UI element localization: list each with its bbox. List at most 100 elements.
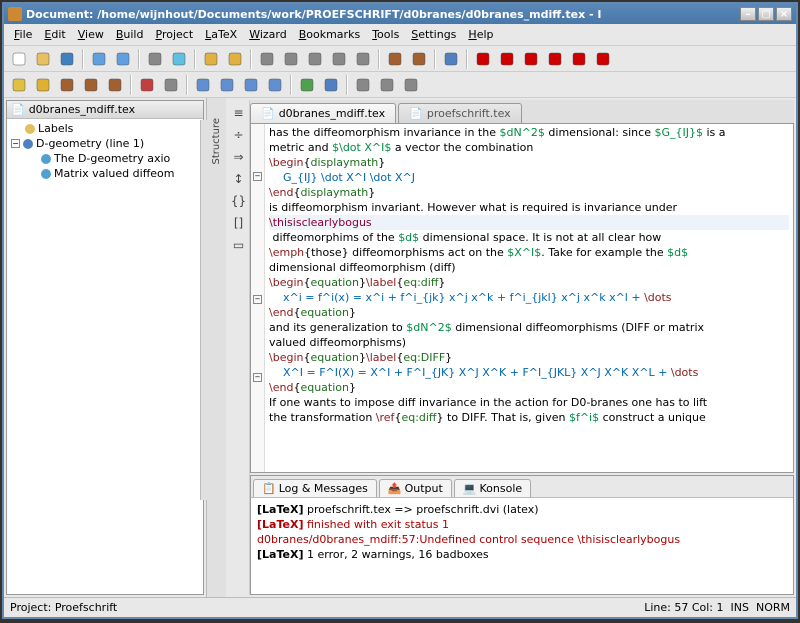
status-insert: INS (731, 601, 749, 614)
vtool-6[interactable]: [] (230, 214, 248, 232)
sect-icon (22, 138, 34, 150)
label-icon (24, 123, 36, 135)
back-button[interactable] (88, 48, 110, 70)
tree-header[interactable]: 📄 d0branes_mdiff.tex (7, 101, 203, 119)
menu-latex[interactable]: LaTeX (199, 26, 243, 43)
d1-button[interactable] (384, 48, 406, 70)
viewdvi-button[interactable] (168, 48, 190, 70)
p2-button[interactable] (376, 74, 398, 96)
print-button[interactable] (144, 48, 166, 70)
vtool-3[interactable]: ⇒ (230, 148, 248, 166)
vtool-5[interactable]: {} (230, 192, 248, 210)
menu-project[interactable]: Project (149, 26, 199, 43)
zoomout-button[interactable] (352, 48, 374, 70)
cog3-button[interactable] (104, 74, 126, 96)
menu-build[interactable]: Build (110, 26, 150, 43)
vtool-1[interactable]: ≡ (230, 104, 248, 122)
statusbar: Project: Proefschrift Line: 57 Col: 1 IN… (4, 597, 796, 617)
bk3-button[interactable] (240, 74, 262, 96)
editor-code[interactable]: −−− has the diffeomorphism invariance in… (250, 124, 794, 473)
star-button[interactable] (32, 74, 54, 96)
gl2-button[interactable] (320, 74, 342, 96)
ex1-button[interactable] (472, 48, 494, 70)
bk2-button[interactable] (216, 74, 238, 96)
bk1-button[interactable] (192, 74, 214, 96)
editor-tab[interactable]: 📄proefschrift.tex (398, 103, 522, 123)
ex5-button[interactable] (568, 48, 590, 70)
logtab-icon: 📤 (388, 482, 402, 495)
titlebar: Document: /home/wijnhout/Documents/work/… (4, 4, 796, 24)
menu-wizard[interactable]: Wizard (243, 26, 293, 43)
tree-item[interactable]: The D-geometry axio (9, 151, 201, 166)
sub-icon (40, 168, 52, 180)
tree-item[interactable]: Matrix valued diffeom (9, 166, 201, 181)
menu-settings[interactable]: Settings (405, 26, 462, 43)
logtab-label: Log & Messages (279, 482, 368, 495)
x1-button[interactable] (160, 74, 182, 96)
vtool-4[interactable]: ↕ (230, 170, 248, 188)
menu-tools[interactable]: Tools (366, 26, 405, 43)
minimize-button[interactable]: – (740, 7, 756, 21)
gl1-button[interactable] (296, 74, 318, 96)
redo-button[interactable] (224, 48, 246, 70)
pdf-button[interactable] (136, 74, 158, 96)
bolt-button[interactable] (8, 74, 30, 96)
tree-item-label: Matrix valued diffeom (54, 167, 174, 180)
p3-button[interactable] (400, 74, 422, 96)
vtool-7[interactable]: ▭ (230, 236, 248, 254)
tex-icon: 📄 (261, 107, 275, 120)
bk4-button[interactable] (264, 74, 286, 96)
tab-label: d0branes_mdiff.tex (279, 107, 385, 120)
log-line: d0branes/d0branes_mdiff:57:Undefined con… (257, 532, 787, 547)
status-mode: NORM (756, 601, 790, 614)
open-button[interactable] (32, 48, 54, 70)
tree-item[interactable]: Labels (9, 121, 201, 136)
fwd-button[interactable] (112, 48, 134, 70)
zoomin-button[interactable] (328, 48, 350, 70)
close-button[interactable]: × (776, 7, 792, 21)
undo-button[interactable] (200, 48, 222, 70)
tree-item-label: The D-geometry axio (54, 152, 170, 165)
menu-help[interactable]: Help (462, 26, 499, 43)
p1-button[interactable] (352, 74, 374, 96)
menubar: FileEditViewBuildProjectLaTeXWizardBookm… (4, 24, 796, 46)
ex4-button[interactable] (544, 48, 566, 70)
maximize-button[interactable]: ▢ (758, 7, 774, 21)
menu-edit[interactable]: Edit (38, 26, 71, 43)
menu-bookmarks[interactable]: Bookmarks (293, 26, 366, 43)
ex2-button[interactable] (496, 48, 518, 70)
new-button[interactable] (8, 48, 30, 70)
status-project: Project: Proefschrift (10, 601, 117, 614)
app-icon (8, 7, 22, 21)
editor-tab[interactable]: 📄 d0branes_mdiff.tex (250, 103, 396, 123)
d2-button[interactable] (408, 48, 430, 70)
menu-view[interactable]: View (72, 26, 110, 43)
log-line: [LaTeX] 1 error, 2 warnings, 16 badboxes (257, 547, 787, 562)
build-button[interactable] (440, 48, 462, 70)
findnext-button[interactable] (280, 48, 302, 70)
tree-item[interactable]: −D-geometry (line 1) (9, 136, 201, 151)
cog1-button[interactable] (56, 74, 78, 96)
tex-icon: 📄 (409, 107, 423, 120)
window-title: Document: /home/wijnhout/Documents/work/… (26, 8, 740, 21)
tree-header-label: d0branes_mdiff.tex (29, 103, 135, 116)
cog2-button[interactable] (80, 74, 102, 96)
structure-tab[interactable] (200, 120, 220, 500)
ex3-button[interactable] (520, 48, 542, 70)
find-button[interactable] (256, 48, 278, 70)
log-tab[interactable]: 💻Konsole (454, 479, 531, 497)
log-tab[interactable]: 📋Log & Messages (253, 479, 377, 497)
menu-file[interactable]: File (8, 26, 38, 43)
save-button[interactable] (56, 48, 78, 70)
sidebar: 📄 d0branes_mdiff.tex Labels−D-geometry (… (6, 100, 204, 595)
logtab-icon: 📋 (262, 482, 276, 495)
sub-icon (40, 153, 52, 165)
file-icon: 📄 (11, 103, 25, 116)
status-position: Line: 57 Col: 1 (644, 601, 723, 614)
tree: Labels−D-geometry (line 1)The D-geometry… (7, 119, 203, 594)
vtool-2[interactable]: ÷ (230, 126, 248, 144)
editor-vtoolbar: ≡ ÷ ⇒ ↕ {} [] ▭ (228, 100, 250, 595)
log-tab[interactable]: 📤Output (379, 479, 452, 497)
findprev-button[interactable] (304, 48, 326, 70)
ex6-button[interactable] (592, 48, 614, 70)
